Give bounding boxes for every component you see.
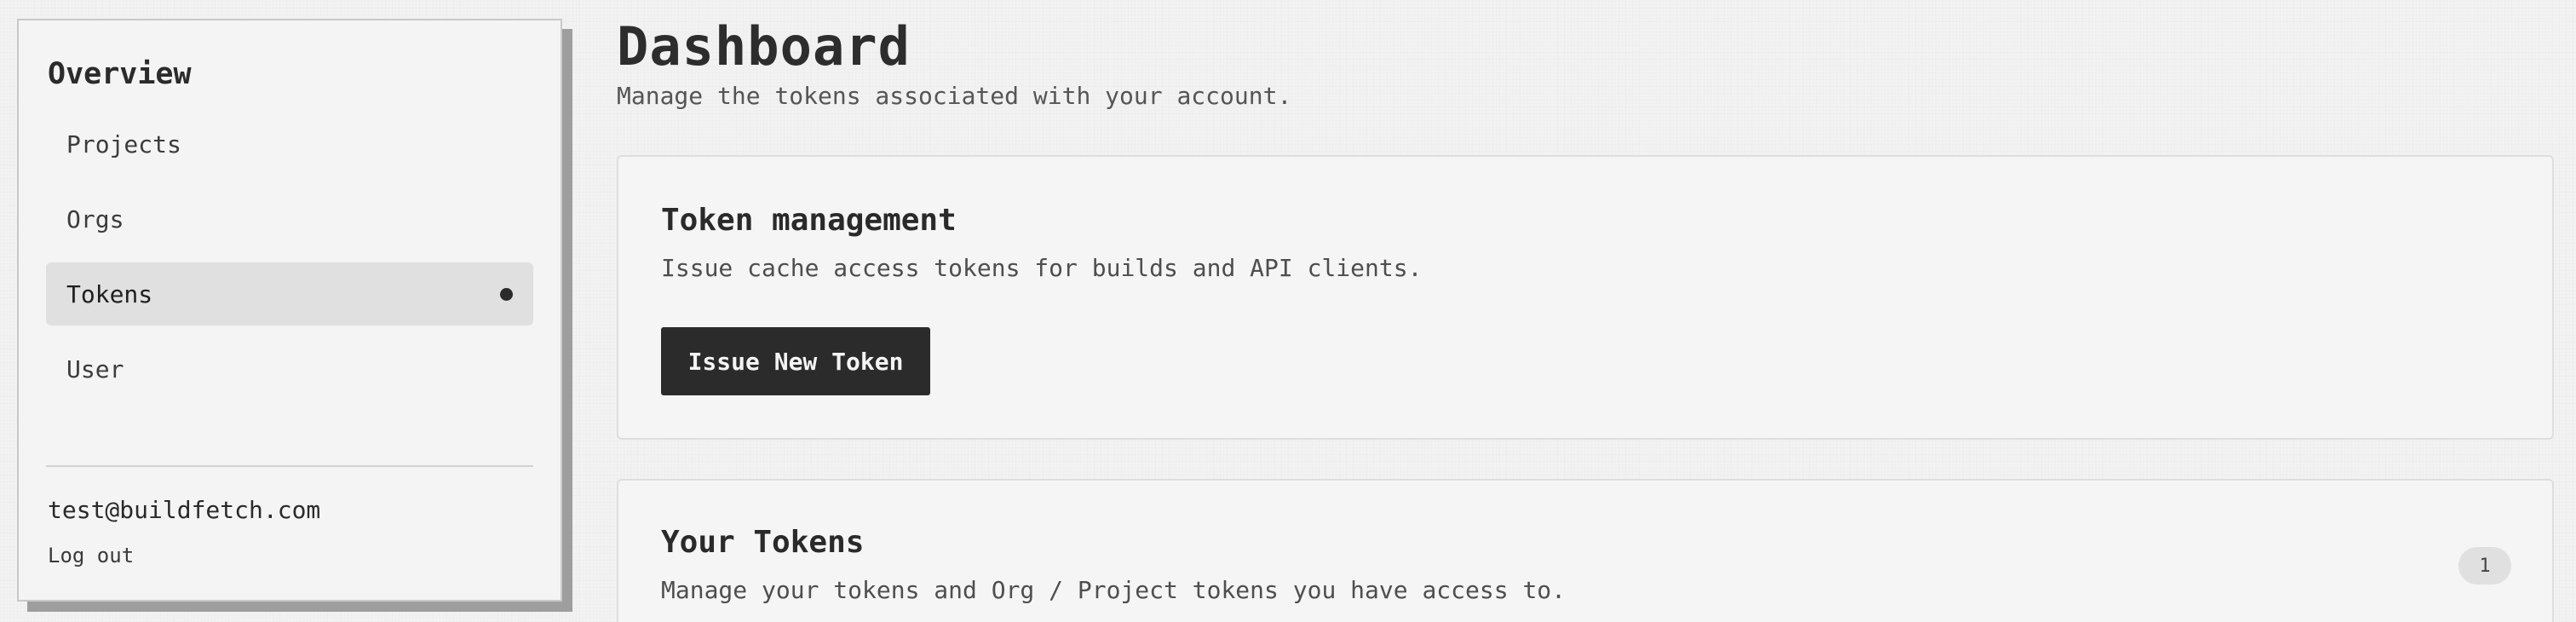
sidebar-divider: [46, 465, 533, 467]
card-title: Your Tokens: [661, 525, 865, 560]
sidebar-nav: Projects Orgs Tokens User: [46, 112, 533, 400]
sidebar-item-user[interactable]: User: [46, 337, 533, 400]
sidebar-item-label: Projects: [66, 130, 181, 158]
page-title: Dashboard: [617, 15, 911, 78]
user-email: test@buildfetch.com: [48, 496, 321, 524]
card-description: Issue cache access tokens for builds and…: [661, 254, 1423, 282]
sidebar-item-tokens[interactable]: Tokens: [46, 262, 533, 325]
sidebar-item-projects[interactable]: Projects: [46, 112, 533, 176]
issue-new-token-button[interactable]: Issue New Token: [661, 327, 930, 395]
sidebar-item-label: Orgs: [66, 204, 124, 233]
token-management-card: Token management Issue cache access toke…: [617, 155, 2554, 440]
sidebar-item-label: Tokens: [66, 279, 153, 308]
active-indicator-dot-icon: [500, 287, 513, 301]
token-count-badge: 1: [2458, 547, 2511, 585]
sidebar: Overview Projects Orgs Tokens User test@…: [17, 19, 562, 602]
your-tokens-card: Your Tokens Manage your tokens and Org /…: [617, 479, 2554, 622]
sidebar-title: Overview: [48, 57, 192, 91]
logout-link[interactable]: Log out: [48, 544, 134, 567]
sidebar-item-orgs[interactable]: Orgs: [46, 187, 533, 251]
page-subtitle: Manage the tokens associated with your a…: [617, 82, 1292, 110]
card-title: Token management: [661, 203, 957, 238]
card-description: Manage your tokens and Org / Project tok…: [661, 576, 1567, 604]
sidebar-item-label: User: [66, 354, 124, 383]
